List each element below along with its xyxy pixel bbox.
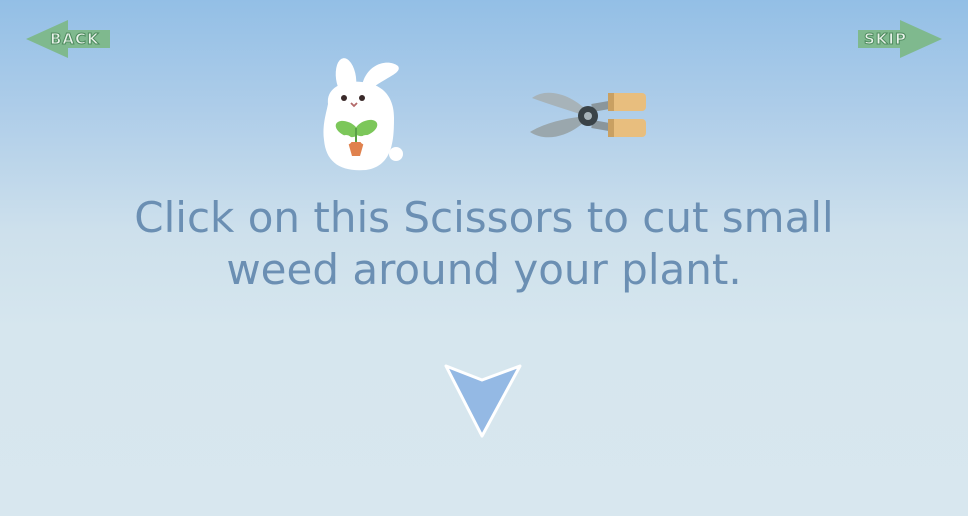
- instruction-line-1: Click on this Scissors to cut small: [134, 193, 834, 242]
- back-button[interactable]: BACK: [26, 20, 110, 58]
- bunny-holding-sprout-icon: [323, 58, 403, 171]
- instruction-line-2: weed around your plant.: [226, 245, 742, 294]
- back-label: BACK: [50, 30, 100, 49]
- skip-button[interactable]: SKIP: [858, 20, 942, 58]
- skip-label: SKIP: [863, 30, 908, 49]
- tutorial-instruction: Click on this Scissors to cut small weed…: [60, 192, 908, 296]
- down-arrow-icon: [444, 364, 522, 438]
- pruning-scissors-icon[interactable]: [528, 86, 650, 146]
